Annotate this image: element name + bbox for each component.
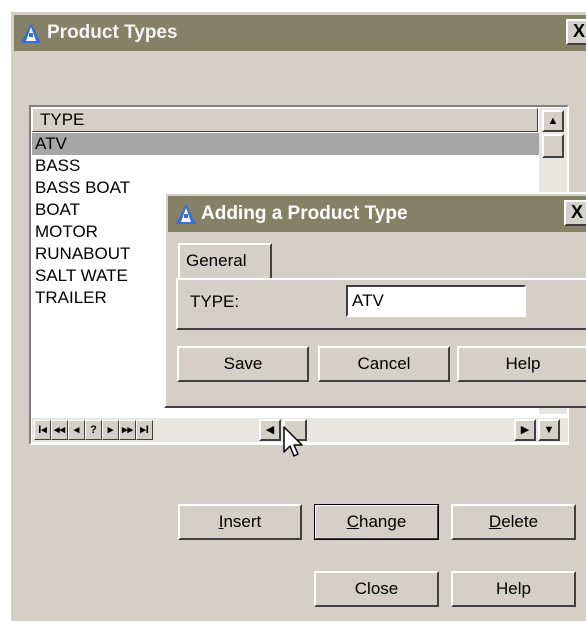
sub-dialog-title: Adding a Product Type bbox=[201, 203, 408, 224]
insert-button[interactable]: Insert bbox=[178, 504, 302, 540]
scroll-thumb[interactable] bbox=[542, 134, 564, 158]
scroll-right-icon[interactable]: ▶ bbox=[514, 419, 536, 441]
next-page-icon[interactable]: ▸▸ bbox=[119, 420, 136, 440]
cancel-button[interactable]: Cancel bbox=[318, 346, 450, 382]
column-header-type[interactable]: TYPE bbox=[32, 108, 538, 132]
sub-close-button[interactable]: X bbox=[564, 200, 586, 226]
list-item[interactable]: ATV bbox=[32, 133, 539, 155]
close-button[interactable]: Close bbox=[314, 571, 439, 607]
query-icon[interactable]: ? bbox=[85, 420, 102, 440]
change-button[interactable]: Change bbox=[314, 504, 439, 540]
help-button[interactable]: Help bbox=[451, 571, 576, 607]
adding-product-type-dialog: Adding a Product Type X General TYPE: Sa… bbox=[164, 192, 586, 408]
scroll-up-icon[interactable]: ▲ bbox=[542, 110, 564, 132]
sub-help-button[interactable]: Help bbox=[457, 346, 586, 382]
main-window-title: Product Types bbox=[47, 22, 178, 43]
record-navigator: I◂ ◂◂ ◂ ? ▸ ▸▸ ▸I bbox=[34, 420, 153, 440]
general-tab-panel: TYPE: bbox=[176, 278, 586, 330]
main-title-bar[interactable]: Product Types X bbox=[14, 15, 586, 51]
save-button[interactable]: Save bbox=[177, 346, 309, 382]
type-input[interactable] bbox=[346, 285, 526, 317]
next-record-icon[interactable]: ▸ bbox=[102, 420, 119, 440]
sub-title-bar[interactable]: Adding a Product Type X bbox=[168, 196, 586, 232]
prev-page-icon[interactable]: ◂◂ bbox=[51, 420, 68, 440]
mouse-pointer-icon bbox=[283, 426, 305, 463]
scroll-left-icon[interactable]: ◀ bbox=[259, 419, 281, 441]
last-record-icon[interactable]: ▸I bbox=[136, 420, 153, 440]
app-icon bbox=[20, 22, 42, 44]
first-record-icon[interactable]: I◂ bbox=[34, 420, 51, 440]
scroll-down-icon[interactable]: ▼ bbox=[538, 419, 560, 441]
screen-top bbox=[0, 0, 586, 11]
list-item[interactable]: BASS bbox=[32, 155, 539, 177]
delete-button[interactable]: Delete bbox=[451, 504, 576, 540]
main-close-button[interactable]: X bbox=[566, 19, 586, 45]
app-icon bbox=[175, 203, 197, 225]
prev-record-icon[interactable]: ◂ bbox=[68, 420, 85, 440]
tab-general[interactable]: General bbox=[178, 243, 272, 279]
type-field-label: TYPE: bbox=[190, 292, 240, 311]
